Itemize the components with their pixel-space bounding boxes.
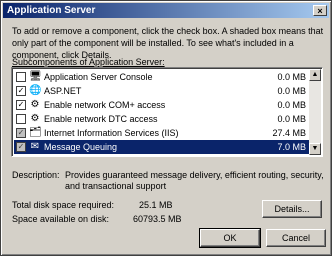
list-item-com-plus[interactable]: ✓ ⚙ Enable network COM+ access 0.0 MB [14, 98, 310, 112]
details-button[interactable]: Details... [262, 200, 322, 218]
scrollbar[interactable]: ▲ ▼ [309, 69, 321, 155]
subcomponents-label: Subcomponents of Application Server: [12, 57, 165, 67]
message-queuing-icon: ✉ [30, 141, 40, 152]
cancel-button[interactable]: Cancel [266, 229, 326, 247]
checkbox[interactable] [16, 72, 26, 82]
aspnet-icon: 🌐 [29, 85, 42, 96]
disk-required-value: 25.1 MB [139, 200, 173, 210]
application-server-dialog: Application Server × To add or remove a … [0, 0, 332, 256]
intro-text: To add or remove a component, click the … [12, 26, 324, 60]
subcomponents-list[interactable]: 🖥 Application Server Console 0.0 MB ✓ 🌐 … [11, 67, 323, 157]
disk-available-value: 60793.5 MB [133, 214, 182, 224]
checkbox[interactable]: ✓ [16, 86, 26, 96]
title-bar: Application Server × [3, 3, 329, 18]
list-item-dtc[interactable]: ⚙ Enable network DTC access 0.0 MB [14, 112, 310, 126]
close-button[interactable]: × [313, 5, 327, 16]
checkbox[interactable]: ✓ [16, 128, 26, 138]
iis-icon: 🗂 [29, 127, 42, 138]
ok-button[interactable]: OK [199, 228, 261, 248]
dtc-icon: ⚙ [30, 113, 40, 124]
checkbox[interactable]: ✓ [16, 142, 26, 152]
checkbox[interactable] [16, 114, 26, 124]
description-label: Description: [12, 170, 60, 180]
list-item-message-queuing[interactable]: ✓ ✉ Message Queuing 7.0 MB [14, 140, 310, 154]
console-icon: 🖥 [29, 71, 42, 82]
list-item-asp-net[interactable]: ✓ 🌐 ASP.NET 0.0 MB [14, 84, 310, 98]
scroll-up-icon[interactable]: ▲ [309, 69, 321, 81]
checkbox[interactable]: ✓ [16, 100, 26, 110]
disk-required-label: Total disk space required: [12, 200, 115, 210]
description-text: Provides guaranteed message delivery, ef… [65, 170, 324, 191]
complus-icon: ⚙ [30, 99, 40, 110]
list-item-iis[interactable]: ✓ 🗂 Internet Information Services (IIS) … [14, 126, 310, 140]
window-title: Application Server [7, 5, 96, 16]
list-item-application-server-console[interactable]: 🖥 Application Server Console 0.0 MB [14, 70, 310, 84]
disk-available-label: Space available on disk: [12, 214, 110, 224]
scroll-down-icon[interactable]: ▼ [309, 143, 321, 155]
